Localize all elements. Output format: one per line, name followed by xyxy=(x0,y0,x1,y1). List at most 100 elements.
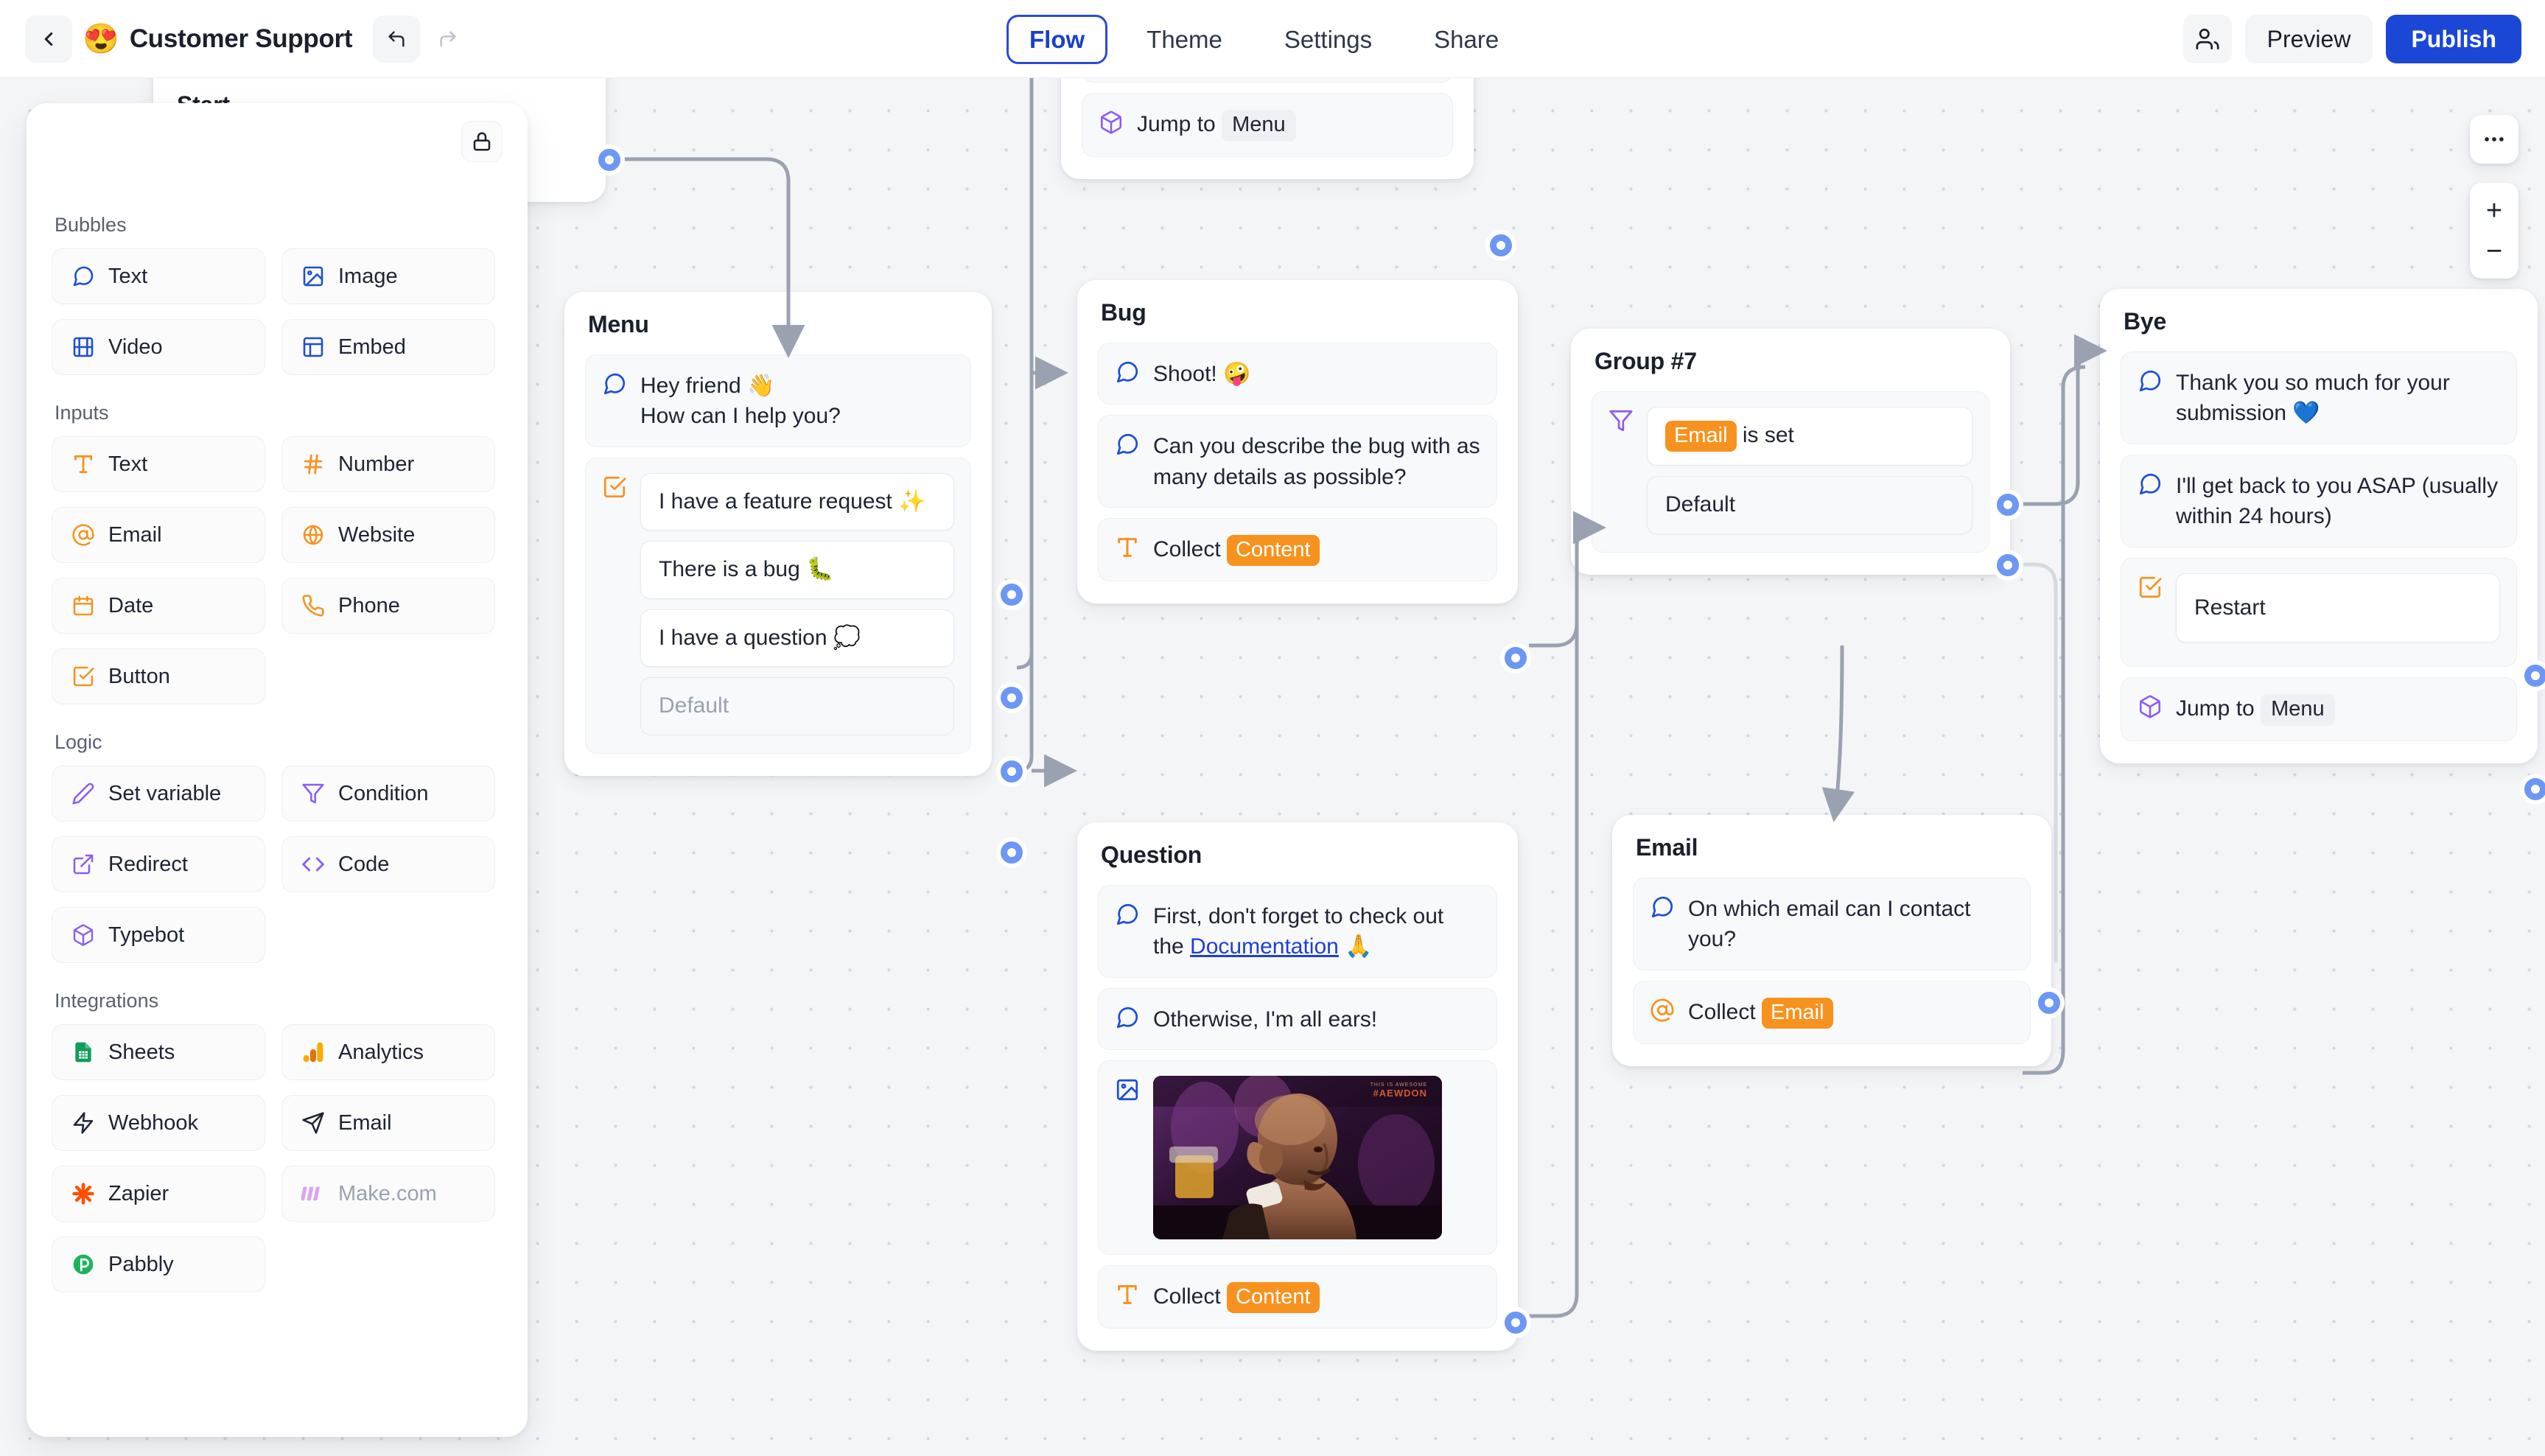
tab-settings[interactable]: Settings xyxy=(1261,15,1395,64)
handle-email-out[interactable] xyxy=(2038,992,2060,1014)
question-image[interactable]: #AEWDON THIS IS AWESOME xyxy=(1153,1076,1442,1240)
handle-top-jump-out[interactable] xyxy=(1490,234,1512,256)
documentation-link[interactable]: Documentation xyxy=(1190,934,1339,959)
block-buttons-input[interactable]: Restart xyxy=(2121,557,2517,668)
menu-choice-default[interactable]: Default xyxy=(640,677,954,735)
sidebar-item-video-bubble[interactable]: Video xyxy=(52,319,265,375)
pabbly-icon xyxy=(73,1254,94,1275)
block-text-bubble[interactable]: Thank you so much for your submission 💙 xyxy=(2121,351,2517,444)
sidebar-item-redirect[interactable]: Redirect xyxy=(52,836,265,892)
sidebar-item-image-bubble[interactable]: Image xyxy=(281,248,495,304)
sidebar-item-embed-bubble[interactable]: Embed xyxy=(281,319,495,375)
node-group7[interactable]: Group #7 Email is set Default xyxy=(1571,329,2010,575)
header-actions: Preview Publish xyxy=(2182,0,2521,78)
sidebar-item-sheets[interactable]: Sheets xyxy=(52,1024,265,1080)
sidebar-item-webhook[interactable]: Webhook xyxy=(52,1095,265,1151)
zoom-out-button[interactable]: − xyxy=(2470,231,2518,271)
sidebar-item-label: Make.com xyxy=(338,1181,437,1205)
group7-condition-default[interactable]: Default xyxy=(1647,476,1972,534)
group7-condition-1[interactable]: Email is set xyxy=(1647,407,1972,466)
handle-bug-out[interactable] xyxy=(1505,647,1527,669)
handle-menu-choice-2[interactable] xyxy=(1001,687,1023,709)
sidebar-item-date-input[interactable]: Date xyxy=(52,578,265,634)
sidebar-item-pabbly[interactable]: Pabbly xyxy=(52,1236,265,1292)
handle-bye-restart[interactable] xyxy=(2524,665,2545,687)
bug-bubble-1: Shoot! 🤪 xyxy=(1153,362,1251,386)
block-image-bubble[interactable]: #AEWDON THIS IS AWESOME xyxy=(1098,1060,1497,1256)
block-email-input[interactable]: Collect Email xyxy=(1633,980,2031,1045)
handle-group7-true[interactable] xyxy=(1997,494,2019,516)
publish-button[interactable]: Publish xyxy=(2386,15,2521,63)
question-bubble-1: First, don't forget to check out the Doc… xyxy=(1153,900,1480,962)
block-placeholder[interactable] xyxy=(1082,78,1453,83)
sidebar-item-number-input[interactable]: Number xyxy=(281,436,495,492)
email-collect-variable[interactable]: Email xyxy=(1762,997,1833,1029)
tab-flow[interactable]: Flow xyxy=(1007,14,1108,64)
sidebar-item-text-bubble[interactable]: Text xyxy=(52,248,265,304)
bye-choice-restart[interactable]: Restart xyxy=(2176,573,2500,643)
block-jump-to[interactable]: Jump to Menu xyxy=(1082,93,1453,157)
menu-choice-3[interactable]: I have a question 💭 xyxy=(640,609,954,668)
block-text-bubble[interactable]: First, don't forget to check out the Doc… xyxy=(1098,885,1497,978)
block-text-input[interactable]: Collect Content xyxy=(1098,1265,1497,1329)
handle-bye-jump[interactable] xyxy=(2524,778,2545,800)
sidebar-item-typebot[interactable]: Typebot xyxy=(52,907,265,963)
sidebar-item-email-integration[interactable]: Email xyxy=(281,1095,495,1151)
sidebar-item-set-variable[interactable]: Set variable xyxy=(52,766,265,822)
block-text-bubble[interactable]: Otherwise, I'm all ears! xyxy=(1098,987,1497,1051)
bug-collect-variable[interactable]: Content xyxy=(1227,535,1320,567)
undo-button[interactable] xyxy=(373,15,421,63)
members-button[interactable] xyxy=(2182,15,2232,63)
sidebar-item-email-input[interactable]: Email xyxy=(52,507,265,563)
handle-question-out[interactable] xyxy=(1505,1312,1527,1334)
bot-emoji: 😍 xyxy=(83,22,119,55)
block-jump-to[interactable]: Jump to Menu xyxy=(2121,677,2517,741)
block-condition[interactable]: Email is set Default xyxy=(1592,391,1989,553)
google-sheets-icon xyxy=(75,1042,91,1063)
handle-start-out[interactable] xyxy=(598,149,620,171)
lock-sidebar-button[interactable] xyxy=(461,121,503,162)
block-text-bubble[interactable]: Can you describe the bug with as many de… xyxy=(1098,415,1497,508)
block-text-bubble[interactable]: Hey friend 👋 How can I help you? xyxy=(585,354,971,447)
sidebar-item-text-input[interactable]: Text xyxy=(52,436,265,492)
redo-button[interactable] xyxy=(424,15,472,63)
canvas-more-button[interactable] xyxy=(2470,115,2518,164)
zoom-in-button[interactable]: + xyxy=(2470,190,2518,231)
sidebar-item-website-input[interactable]: Website xyxy=(281,507,495,563)
block-buttons-input[interactable]: I have a feature request ✨ There is a bu… xyxy=(585,457,971,754)
sidebar-item-zapier[interactable]: Zapier xyxy=(52,1166,265,1222)
node-email[interactable]: Email On which email can I contact you? … xyxy=(1612,815,2051,1067)
bye-jump-target[interactable]: Menu xyxy=(2261,694,2335,726)
back-button[interactable] xyxy=(25,15,72,63)
block-text-bubble[interactable]: On which email can I contact you? xyxy=(1633,878,2031,970)
sidebar-item-analytics[interactable]: Analytics xyxy=(281,1024,495,1080)
sidebar-item-label: Text xyxy=(108,452,148,476)
handle-menu-choice-3[interactable] xyxy=(1001,760,1023,783)
sidebar-item-phone-input[interactable]: Phone xyxy=(281,578,495,634)
menu-choice-2[interactable]: There is a bug 🐛 xyxy=(640,541,954,599)
sidebar-item-condition[interactable]: Condition xyxy=(281,766,495,822)
group7-condition-variable[interactable]: Email xyxy=(1665,421,1737,452)
question-collect-variable[interactable]: Content xyxy=(1227,1282,1320,1314)
preview-button[interactable]: Preview xyxy=(2244,15,2373,63)
handle-group7-default[interactable] xyxy=(1997,554,2019,576)
block-text-bubble[interactable]: I'll get back to you ASAP (usually withi… xyxy=(2121,454,2517,547)
sidebar-section-integrations-title: Integrations xyxy=(55,990,159,1012)
handle-menu-choice-1[interactable] xyxy=(1001,584,1023,606)
block-text-bubble[interactable]: Shoot! 🤪 xyxy=(1098,343,1497,405)
jump-to-target[interactable]: Menu xyxy=(1222,110,1296,141)
block-text-input[interactable]: Collect Content xyxy=(1098,518,1497,582)
tab-theme[interactable]: Theme xyxy=(1124,15,1245,64)
node-top-jump[interactable]: Jump to Menu xyxy=(1061,78,1474,179)
handle-menu-default[interactable] xyxy=(1001,841,1023,864)
sidebar-item-label: Sheets xyxy=(108,1040,175,1064)
node-bug[interactable]: Bug Shoot! 🤪 Can you describe the bug wi… xyxy=(1077,280,1518,604)
sidebar-item-code[interactable]: Code xyxy=(281,836,495,892)
node-question[interactable]: Question First, don't forget to check ou… xyxy=(1077,822,1518,1351)
menu-choice-1[interactable]: I have a feature request ✨ xyxy=(640,472,954,531)
blocks-sidebar[interactable]: Bubbles Text Image Video Embed Inputs Te… xyxy=(27,103,528,1437)
node-menu[interactable]: Menu Hey friend 👋 How can I help you? I … xyxy=(564,292,992,776)
node-bye[interactable]: Bye Thank you so much for your submissio… xyxy=(2100,289,2538,763)
sidebar-item-button-input[interactable]: Button xyxy=(52,648,265,704)
tab-share[interactable]: Share xyxy=(1411,15,1522,64)
